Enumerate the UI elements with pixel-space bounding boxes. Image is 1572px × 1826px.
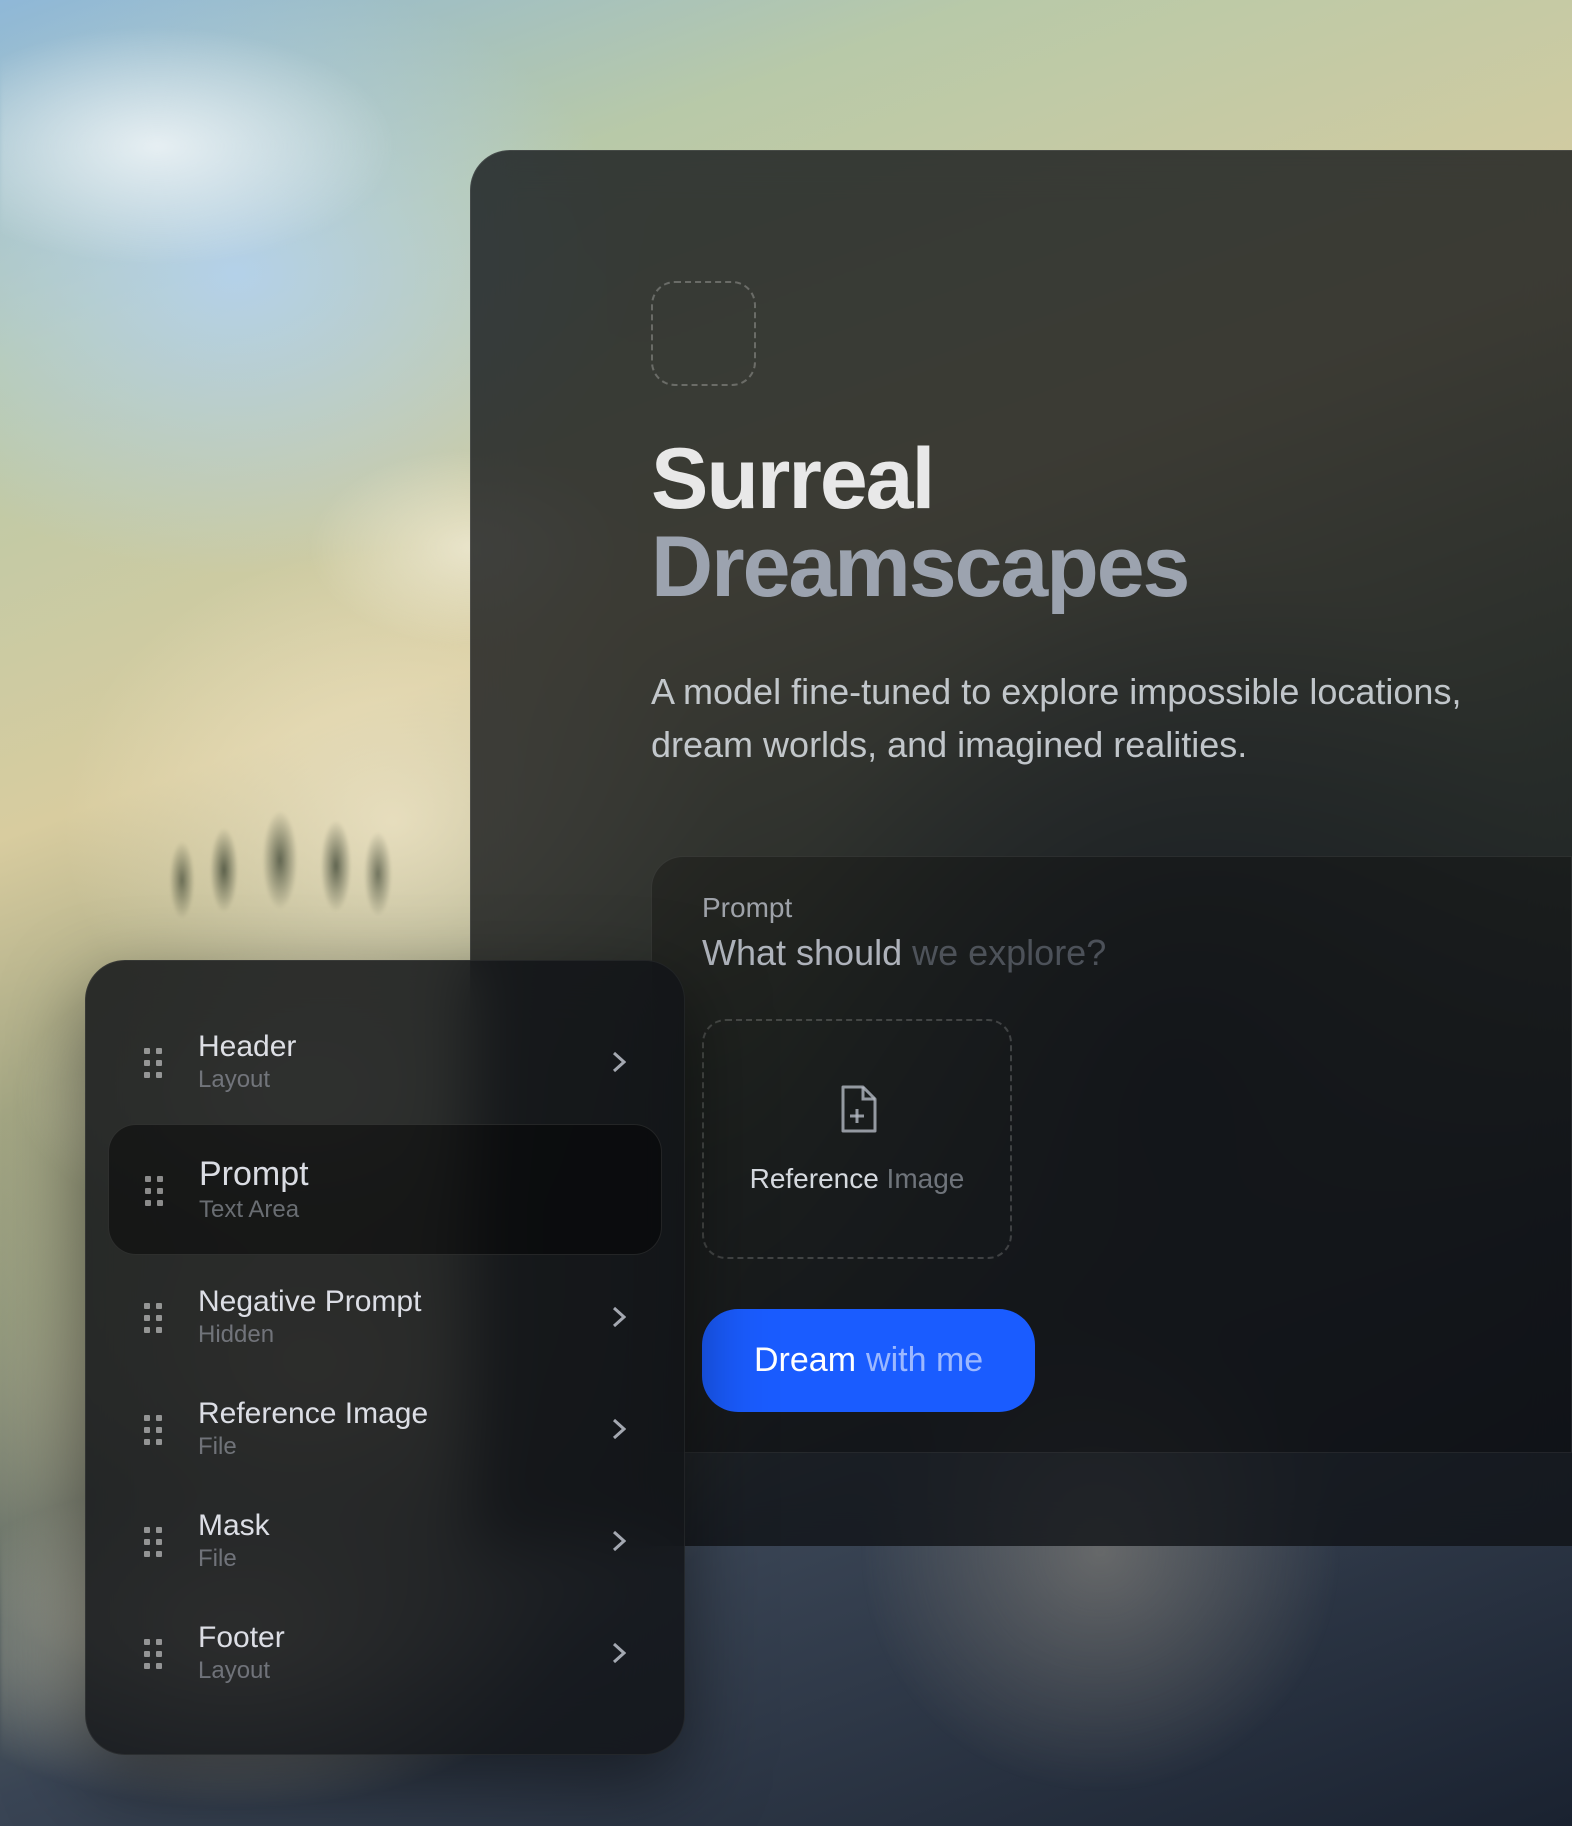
sidebar-item-title: Prompt [199,1155,625,1194]
chevron-right-icon [612,1529,626,1553]
sidebar-item-negative-prompt[interactable]: Negative Prompt Hidden [116,1261,654,1373]
sidebar-item-mask[interactable]: Mask File [116,1485,654,1597]
sidebar-item-title: Header [198,1030,612,1064]
chevron-right-icon [612,1641,626,1665]
sidebar-item-footer[interactable]: Footer Layout [116,1597,654,1709]
sidebar-item-subtitle: Layout [198,1657,612,1685]
sidebar-item-subtitle: Layout [198,1066,612,1094]
drag-handle-icon[interactable] [144,1048,162,1076]
page-description: A model fine-tuned to explore impossible… [651,666,1522,770]
sidebar-item-subtitle: File [198,1433,612,1461]
sidebar-item-title: Negative Prompt [198,1285,612,1319]
chevron-right-icon [612,1050,626,1074]
page-title: Surreal Dreamscapes [651,436,1522,611]
prompt-section: Prompt What should we explore? Reference… [651,856,1572,1453]
sidebar-item-title: Footer [198,1621,612,1655]
sidebar-item-subtitle: File [198,1545,612,1573]
prompt-input[interactable]: What should we explore? [702,932,1521,974]
drag-handle-icon[interactable] [144,1303,162,1331]
sidebar-item-title: Mask [198,1509,612,1543]
title-line-1: Surreal [651,436,1522,524]
sidebar-item-reference-image[interactable]: Reference Image File [116,1373,654,1485]
prompt-label: Prompt [702,892,1521,924]
sidebar-item-title: Reference Image [198,1397,612,1431]
file-add-icon [835,1083,879,1135]
drag-handle-icon[interactable] [144,1639,162,1667]
sidebar-item-subtitle: Text Area [199,1196,625,1224]
chevron-right-icon [612,1417,626,1441]
sidebar-item-prompt[interactable]: Prompt Text Area [108,1124,662,1255]
reference-image-dropzone[interactable]: Reference Image [702,1019,1012,1259]
sidebar-item-header[interactable]: Header Layout [116,1006,654,1118]
drag-handle-icon[interactable] [145,1176,163,1204]
dream-button[interactable]: Dream with me [702,1309,1035,1412]
drag-handle-icon[interactable] [144,1415,162,1443]
components-panel: Header Layout Prompt Text Area Negative … [85,960,685,1755]
palm-trees-decoration [140,750,420,950]
title-line-2: Dreamscapes [651,524,1522,612]
sidebar-item-subtitle: Hidden [198,1321,612,1349]
app-icon-placeholder[interactable] [651,281,756,386]
drag-handle-icon[interactable] [144,1527,162,1555]
chevron-right-icon [612,1305,626,1329]
reference-image-label: Reference Image [750,1163,965,1195]
